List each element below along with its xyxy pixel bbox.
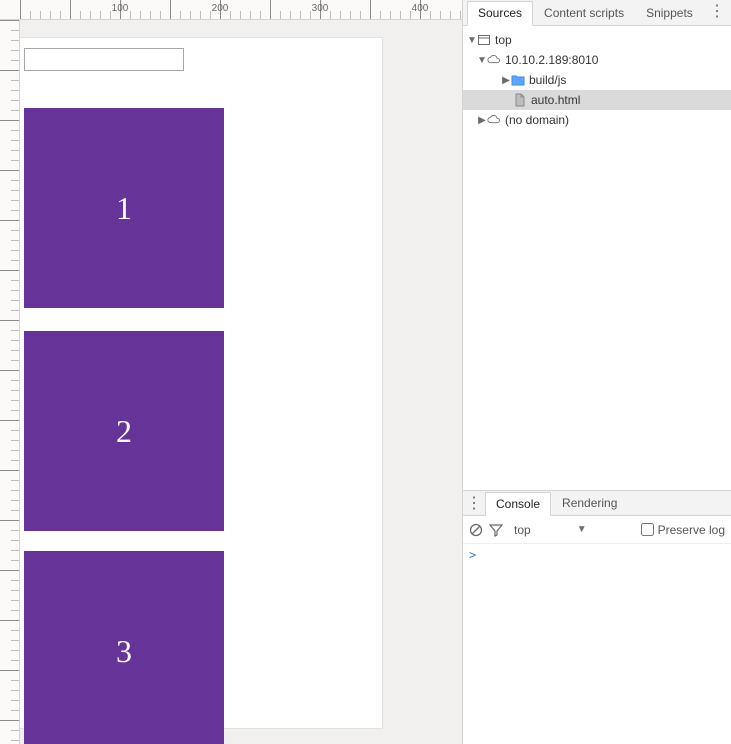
tab-label: Snippets [646, 6, 693, 20]
sources-tab-bar: Sources Content scripts Snippets ⋮ [463, 0, 731, 26]
file-icon [513, 93, 527, 107]
block-2-label: 2 [116, 413, 132, 450]
console-toolbar: top ▼ Preserve log [463, 516, 731, 544]
tab-content-scripts[interactable]: Content scripts [533, 0, 635, 25]
devtools-panel: Sources Content scripts Snippets ⋮ ▼ top… [462, 0, 731, 744]
block-1[interactable]: 1 [24, 108, 224, 308]
ruler-horizontal: 100200300400 [0, 0, 462, 20]
tab-sources[interactable]: Sources [467, 1, 533, 26]
preserve-log-checkbox[interactable] [641, 523, 654, 536]
block-2[interactable]: 2 [24, 331, 224, 531]
console-body[interactable]: > [463, 544, 731, 744]
chevron-down-icon: ▼ [477, 55, 487, 66]
filter-icon[interactable] [489, 523, 503, 537]
chevron-right-icon: ▶ [477, 115, 487, 126]
tree-node-domain[interactable]: ▼ 10.10.2.189:8010 [463, 50, 731, 70]
node-label: (no domain) [505, 113, 569, 127]
block-3[interactable]: 3 [24, 551, 224, 744]
tab-label: Console [496, 497, 540, 511]
clear-icon[interactable] [469, 523, 483, 537]
chevron-right-icon: ▶ [501, 75, 511, 86]
cloud-icon [487, 53, 501, 67]
node-label: auto.html [531, 93, 580, 107]
context-selector[interactable]: top ▼ [509, 520, 592, 540]
chevron-down-icon: ▼ [577, 524, 587, 535]
file-tree[interactable]: ▼ top ▼ 10.10.2.189:8010 ▶ build/js [463, 26, 731, 490]
ruler-vertical [0, 20, 20, 744]
more-icon[interactable]: ⋮ [709, 4, 725, 20]
tree-node-folder[interactable]: ▶ build/js [463, 70, 731, 90]
context-label: top [514, 523, 531, 537]
tab-console[interactable]: Console [485, 492, 551, 516]
console-prompt: > [469, 548, 476, 562]
node-label: 10.10.2.189:8010 [505, 53, 598, 67]
node-label: top [495, 33, 512, 47]
tree-node-file[interactable]: auto.html [463, 90, 731, 110]
page: 1 2 3 [20, 38, 382, 728]
preserve-log-label: Preserve log [658, 523, 725, 537]
design-viewport: 100200300400 1 2 3 [0, 0, 462, 744]
tab-label: Rendering [562, 496, 617, 510]
frame-icon [477, 33, 491, 47]
block-1-label: 1 [116, 190, 132, 227]
cloud-icon [487, 113, 501, 127]
preserve-log-toggle[interactable]: Preserve log [641, 523, 725, 537]
block-3-label: 3 [116, 633, 132, 670]
tab-label: Sources [478, 6, 522, 20]
canvas-area[interactable]: 1 2 3 [20, 20, 462, 744]
node-label: build/js [529, 73, 566, 87]
tab-label: Content scripts [544, 6, 624, 20]
text-input[interactable] [24, 48, 184, 71]
tab-rendering[interactable]: Rendering [551, 491, 628, 515]
folder-icon [511, 73, 525, 87]
more-icon[interactable]: ⋮ [463, 493, 485, 513]
chevron-down-icon: ▼ [467, 35, 477, 46]
tree-node-nodomain[interactable]: ▶ (no domain) [463, 110, 731, 130]
console-tab-bar: ⋮ Console Rendering [463, 490, 731, 516]
tree-node-top[interactable]: ▼ top [463, 30, 731, 50]
tab-snippets[interactable]: Snippets [635, 0, 704, 25]
